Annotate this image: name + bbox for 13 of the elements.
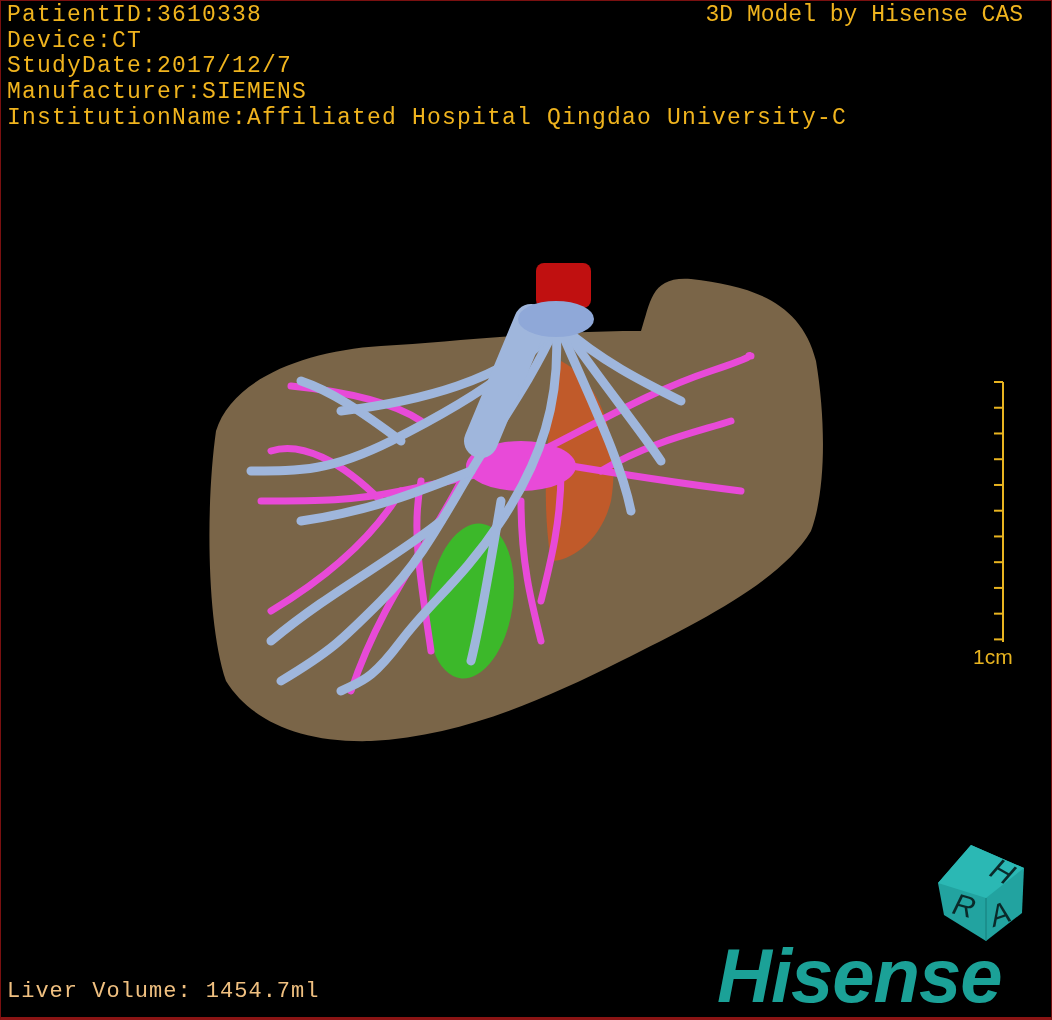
axis-label: R — [949, 886, 979, 925]
liver-volume-text: Liver Volume: 1454.7ml — [7, 979, 320, 1004]
brand-logo: Hisense — [717, 936, 1002, 1016]
model-credit-text: 3D Model by Hisense CAS — [705, 3, 1023, 29]
study-info-text: InstitutionName:Affiliated Hospital Qingdao University-C — [7, 105, 848, 132]
scale-label: 1cm — [973, 645, 1013, 669]
study-info-text: StudyDate:2017/12/7 — [7, 54, 293, 80]
axis-label: H — [985, 851, 1021, 892]
study-info-text: Manufacturer:SIEMENS — [7, 80, 308, 106]
study-info-text: PatientID:3610338 — [7, 3, 263, 29]
orientation-cube-icon[interactable] — [938, 845, 1024, 942]
study-info-text: Device:CT — [7, 28, 143, 54]
axis-label: A — [984, 894, 1015, 933]
